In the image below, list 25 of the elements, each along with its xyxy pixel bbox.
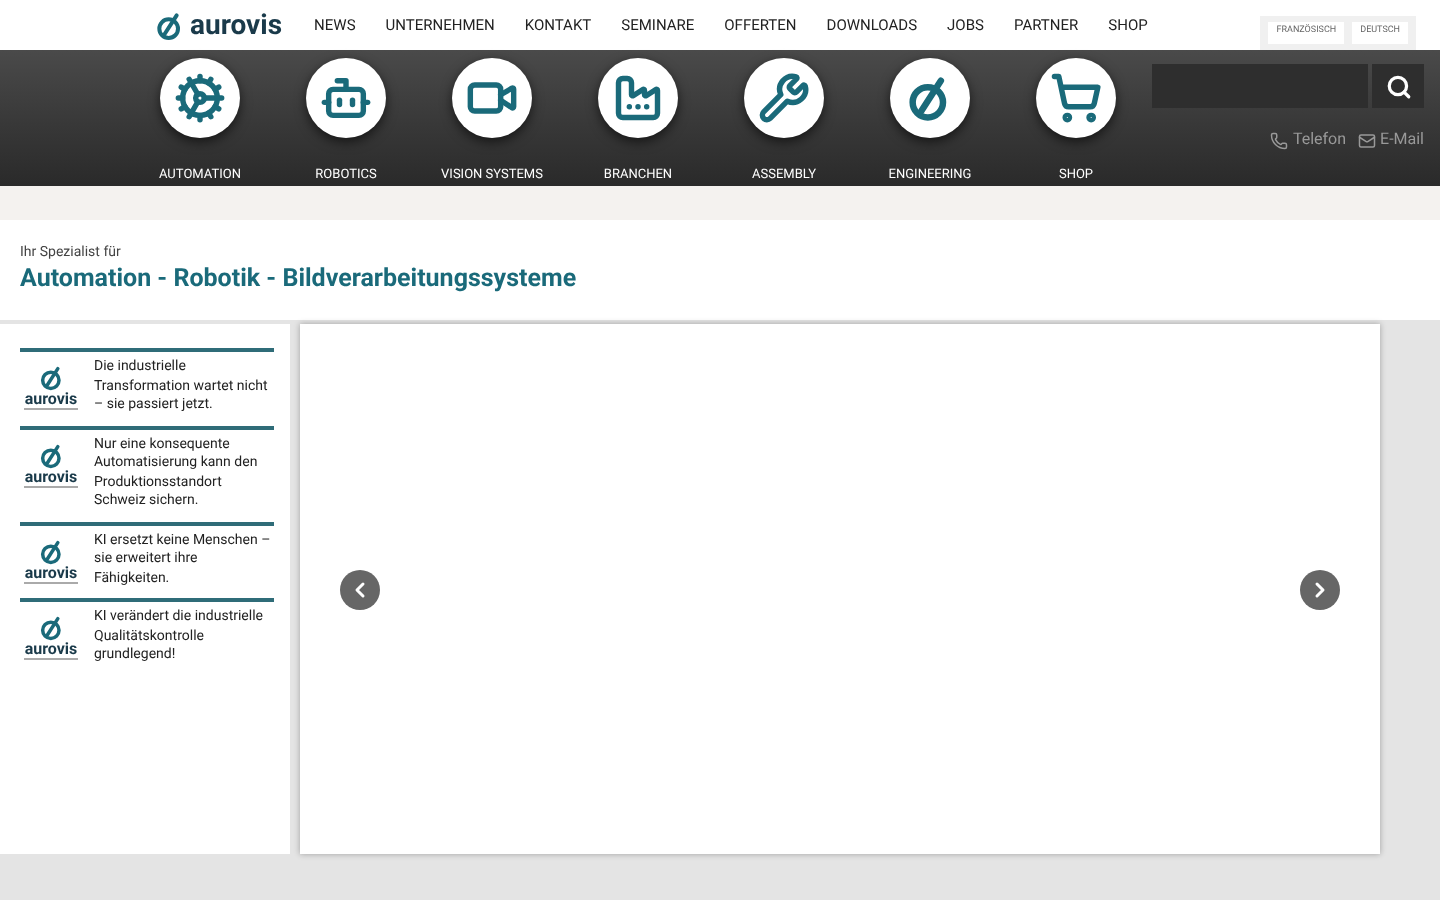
search-icon [1385,73,1411,99]
logo-text[interactable]: aurovis [190,11,283,39]
logo-icon [37,441,65,469]
cart-icon [1050,72,1102,124]
search-field[interactable] [1152,64,1368,108]
robot-icon [320,72,372,124]
logo-icon [37,614,65,642]
logo-text: aurovis [24,469,78,487]
headline: Automation - Robotik - Bildverarbeitungssysteme [20,264,579,296]
contact-link[interactable]: Telefon [1270,128,1347,152]
logo-icon [37,537,65,565]
logo-text: aurovis [24,642,78,660]
logo-icon [37,364,65,392]
previous-button[interactable] [340,569,380,609]
logo-text: aurovis [24,392,78,410]
next-button[interactable] [1300,569,1340,609]
contact-link[interactable]: E-Mail [1358,128,1424,152]
wrench-icon [758,72,810,124]
gears-icon [174,72,226,124]
factory-icon [612,72,664,124]
mail-icon [1358,131,1377,149]
logo-icon [154,9,186,41]
logo-text: aurovis [24,565,78,583]
search-button[interactable] [1372,64,1424,108]
phone-icon [1270,131,1289,149]
